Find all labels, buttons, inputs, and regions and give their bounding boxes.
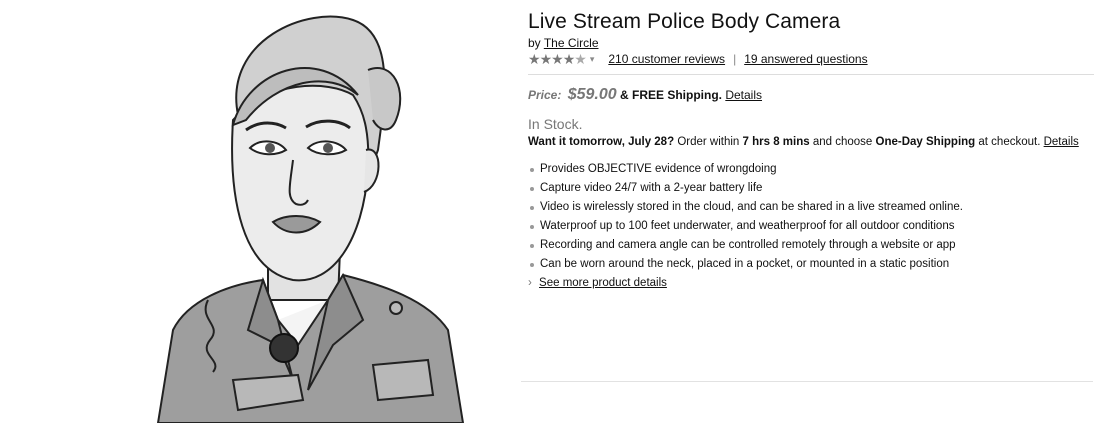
divider <box>528 74 1094 75</box>
byline: by The Circle <box>528 36 1094 50</box>
rating-row: ★ ★ ★ ★ ★ ▾ 210 customer reviews | 19 an… <box>528 50 1094 68</box>
price-details-link[interactable]: Details <box>725 88 762 102</box>
product-title: Live Stream Police Body Camera <box>528 10 841 33</box>
by-prefix: by <box>528 36 541 50</box>
price-row: Price: $59.00 & FREE Shipping. Details <box>528 86 1094 104</box>
feature-bullet: Waterproof up to 100 feet underwater, an… <box>528 217 1094 236</box>
separator: | <box>733 52 737 66</box>
feature-bullet: Video is wirelessly stored in the cloud,… <box>528 198 1094 217</box>
feature-bullet: Can be worn around the neck, placed in a… <box>528 255 1094 274</box>
shipping-option: One-Day Shipping <box>875 136 976 148</box>
time-left: 7 hrs 8 mins <box>742 136 810 148</box>
at-checkout-text: at checkout. <box>978 136 1041 148</box>
product-illustration <box>156 15 465 423</box>
chevron-down-icon[interactable]: ▾ <box>590 54 595 65</box>
feature-bullet: Recording and camera angle can be contro… <box>528 236 1094 255</box>
free-shipping-text: & FREE Shipping. <box>619 88 722 102</box>
delivery-date: Want it tomorrow, July 28? <box>528 136 675 148</box>
customer-reviews-link[interactable]: 210 customer reviews <box>608 52 725 66</box>
product-info: Live Stream Police Body Camera by The Ci… <box>528 0 1094 293</box>
half-star-icon: ★ <box>574 51 587 67</box>
delivery-details-link[interactable]: Details <box>1044 136 1079 148</box>
order-within-text: Order within <box>677 136 740 148</box>
star-rating[interactable]: ★ ★ ★ ★ ★ <box>528 51 587 67</box>
bottom-divider <box>521 381 1093 382</box>
brand-link[interactable]: The Circle <box>544 36 599 50</box>
chevron-right-icon: › <box>528 277 532 289</box>
stock-status: In Stock. <box>528 116 583 132</box>
price-value: $59.00 <box>567 86 617 103</box>
feature-bullet: Provides OBJECTIVE evidence of wrongdoin… <box>528 160 1094 179</box>
answered-questions-link[interactable]: 19 answered questions <box>744 52 867 66</box>
price-label: Price: <box>528 88 562 102</box>
see-more-details-link[interactable]: See more product details <box>539 277 667 289</box>
feature-bullets: Provides OBJECTIVE evidence of wrongdoin… <box>528 160 1094 274</box>
feature-bullet: Capture video 24/7 with a 2-year battery… <box>528 179 1094 198</box>
see-more-row: › See more product details <box>528 274 1094 293</box>
delivery-message: Want it tomorrow, July 28? Order within … <box>528 133 1094 151</box>
choose-text: and choose <box>812 136 873 148</box>
